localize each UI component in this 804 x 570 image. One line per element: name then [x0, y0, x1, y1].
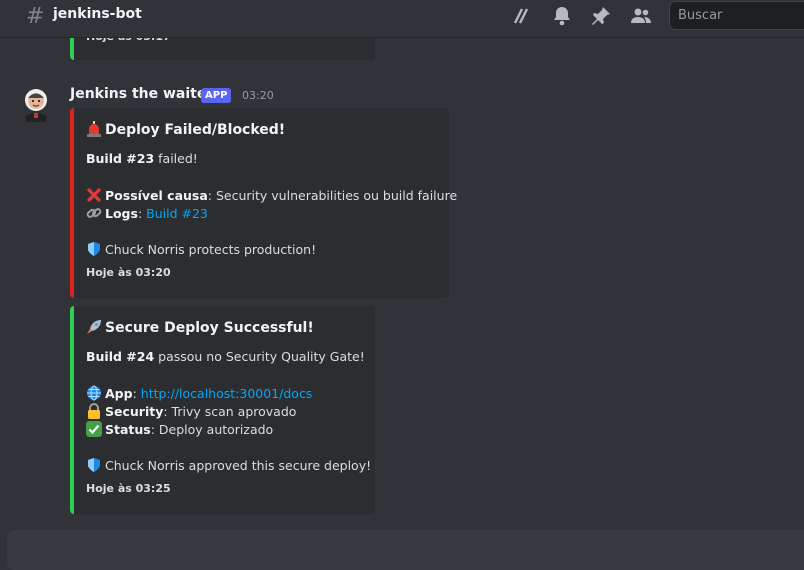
failed-logs-link[interactable]: Build #23	[146, 206, 208, 221]
check-mark-icon	[86, 421, 102, 437]
success-build-line: Build #24 passou no Security Quality Gat…	[86, 349, 365, 364]
search-input[interactable]: Buscar	[669, 1, 804, 30]
globe-icon	[87, 385, 101, 401]
failed-note-line: Chuck Norris protects production!	[86, 241, 316, 257]
message-author[interactable]: Jenkins the waiter	[70, 86, 213, 102]
avatar[interactable]	[20, 86, 52, 126]
failed-embed-title: Deploy Failed/Blocked!	[86, 121, 285, 138]
lock-icon	[88, 403, 100, 419]
threads-icon[interactable]	[509, 4, 533, 28]
app-url-link[interactable]: http://localhost:30001/docs	[141, 386, 313, 401]
members-icon[interactable]	[629, 4, 653, 28]
channel-hash-icon-overlay: #	[26, 4, 45, 29]
link-icon	[86, 208, 102, 218]
failed-logs-line: Logs: Build #23	[86, 205, 208, 221]
success-embed-title: Secure Deploy Successful!	[86, 319, 314, 336]
success-embed-footer: Hoje às 03:25	[86, 482, 171, 495]
failed-embed-footer: Hoje às 03:20	[86, 266, 171, 279]
siren-icon	[87, 121, 101, 137]
success-embed: Secure Deploy Successful! Build #24 pass…	[70, 306, 375, 514]
cross-mark-icon	[86, 187, 102, 203]
shield-icon	[88, 458, 100, 472]
rocket-icon	[87, 320, 101, 334]
app-badge: APP	[201, 88, 232, 103]
pin-icon[interactable]	[589, 4, 613, 28]
shield-icon	[88, 242, 100, 256]
channel-name-overlay: jenkins-bot	[53, 6, 142, 22]
message-input[interactable]	[7, 530, 804, 570]
failed-cause-line: Possível causa: Security vulnerabilities…	[86, 187, 457, 203]
success-app-line: App: http://localhost:30001/docs	[86, 385, 312, 401]
message-timestamp: 03:20	[242, 89, 274, 102]
bell-icon[interactable]	[550, 4, 574, 28]
success-note-line: Chuck Norris approved this secure deploy…	[86, 457, 371, 473]
success-status-line: Status: Deploy autorizado	[86, 421, 273, 437]
success-security-line: Security: Trivy scan aprovado	[86, 403, 296, 419]
failed-embed: Deploy Failed/Blocked! Build #23 failed!…	[70, 108, 457, 298]
failed-build-line: Build #23 failed!	[86, 151, 198, 166]
